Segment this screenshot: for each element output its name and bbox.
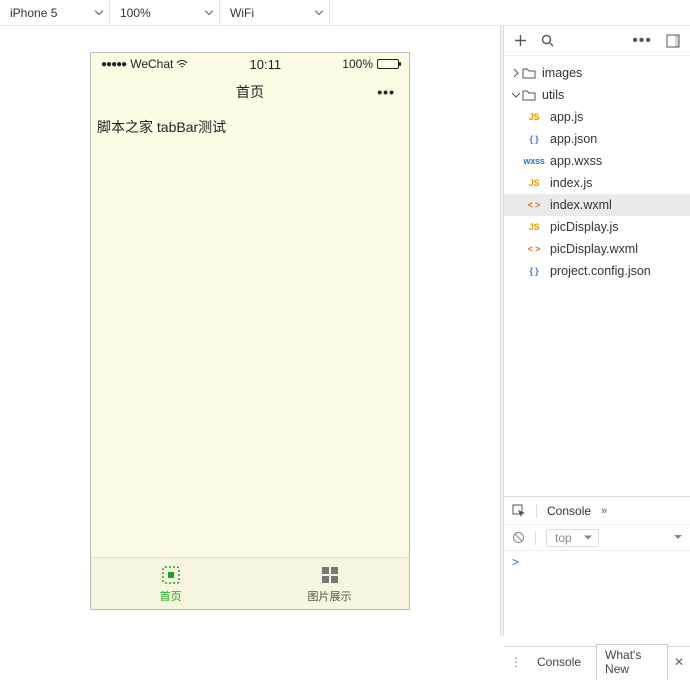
status-time: 10:11 [188, 57, 342, 72]
file-name: picDisplay.wxml [550, 242, 638, 256]
file-item[interactable]: JS app.js [504, 106, 690, 128]
page-title: 首页 [236, 82, 264, 102]
folder-icon [522, 67, 536, 79]
folder-icon [522, 89, 536, 101]
wxss-file-icon: wxss [522, 156, 546, 166]
simulator-toolbar: iPhone 5 100% WiFi [0, 0, 690, 26]
gallery-tab-icon [319, 564, 341, 586]
file-name: index.js [550, 176, 592, 190]
js-file-icon: JS [522, 222, 546, 232]
console-prompt: > [512, 555, 519, 569]
page-content: 脚本之家 tabBar测试 [91, 109, 409, 557]
device-select[interactable]: iPhone 5 [0, 0, 110, 25]
search-button[interactable] [541, 34, 554, 47]
zoom-select[interactable]: 100% [110, 0, 220, 25]
network-select-value: WiFi [230, 6, 254, 20]
wxml-file-icon: < > [522, 200, 546, 210]
battery-icon [377, 59, 399, 69]
simulator-area: ●●●●● WeChat 10:11 100% 首页 ••• 脚本之家 tabB… [0, 26, 500, 636]
tabbar-item-label: 首页 [160, 588, 182, 604]
js-file-icon: JS [522, 178, 546, 188]
filter-caret-button[interactable] [674, 535, 682, 540]
network-select[interactable]: WiFi [220, 0, 330, 25]
folder-label: images [542, 66, 582, 80]
file-item[interactable]: JS picDisplay.js [504, 216, 690, 238]
tabbar-item-gallery[interactable]: 图片展示 [250, 558, 409, 609]
file-name: picDisplay.js [550, 220, 619, 234]
status-bar: ●●●●● WeChat 10:11 100% [91, 53, 409, 75]
json-file-icon: { } [522, 266, 546, 276]
file-name: app.wxss [550, 154, 602, 168]
home-tab-icon [160, 564, 182, 586]
folder-images[interactable]: images [504, 62, 690, 84]
tab-console[interactable]: Console [547, 504, 591, 518]
tree-caret-icon [510, 69, 522, 77]
carrier-label: WeChat [130, 57, 173, 71]
device-select-value: iPhone 5 [10, 6, 57, 20]
tabs-overflow-button[interactable]: » [601, 505, 607, 517]
file-pane-toolbar: ••• [504, 26, 690, 56]
panel-toggle-button[interactable] [666, 34, 680, 48]
console-scope-select[interactable]: top [546, 529, 599, 547]
file-name: project.config.json [550, 264, 651, 278]
tree-caret-icon [510, 91, 522, 99]
right-pane: ••• images utils JS app.js { } app.json wx… [504, 26, 690, 636]
scope-value: top [555, 531, 572, 545]
file-item[interactable]: JS index.js [504, 172, 690, 194]
file-tree: images utils JS app.js { } app.json wxssap… [504, 56, 690, 496]
file-name: app.js [550, 110, 583, 124]
js-file-icon: JS [522, 112, 546, 122]
folder-label: utils [542, 88, 564, 102]
file-item[interactable]: < > index.wxml [504, 194, 690, 216]
console-input[interactable]: > [504, 551, 690, 636]
file-item[interactable]: { } project.config.json [504, 260, 690, 282]
inspect-element-button[interactable] [512, 504, 526, 518]
chevron-down-icon [95, 10, 103, 15]
zoom-select-value: 100% [120, 6, 151, 20]
phone-frame: ●●●●● WeChat 10:11 100% 首页 ••• 脚本之家 tabB… [90, 52, 410, 610]
chevron-down-icon [205, 10, 213, 15]
tabbar: 首页 图片展示 [91, 557, 409, 609]
console-filter-bar: top [504, 525, 690, 551]
file-item[interactable]: < > picDisplay.wxml [504, 238, 690, 260]
page-nav-bar: 首页 ••• [91, 75, 409, 109]
folder-utils[interactable]: utils [504, 84, 690, 106]
bottom-bar-menu-button[interactable]: ⋮ [510, 655, 522, 669]
file-item[interactable]: { } app.json [504, 128, 690, 150]
json-file-icon: { } [522, 134, 546, 144]
content-text: 脚本之家 tabBar测试 [97, 119, 226, 135]
close-tab-button[interactable]: ✕ [674, 655, 684, 669]
file-name: app.json [550, 132, 597, 146]
chevron-down-icon [315, 10, 323, 15]
tabbar-item-home[interactable]: 首页 [91, 558, 250, 609]
more-menu-button[interactable]: ••• [632, 32, 652, 50]
wifi-icon [176, 60, 188, 69]
add-file-button[interactable] [514, 34, 527, 47]
bottom-tab-bar: ⋮ Console What's New ✕ [504, 646, 690, 676]
bottom-tab-console[interactable]: Console [528, 651, 590, 673]
wxml-file-icon: < > [522, 244, 546, 254]
clear-console-button[interactable] [512, 531, 525, 544]
signal-icon: ●●●●● [101, 59, 126, 70]
battery-pct: 100% [342, 57, 373, 71]
nav-more-button[interactable]: ••• [377, 84, 395, 100]
file-name: index.wxml [550, 198, 612, 212]
bottom-tab-whats-new[interactable]: What's New [596, 644, 668, 680]
tabbar-item-label: 图片展示 [308, 588, 352, 604]
caret-down-icon [584, 535, 592, 540]
file-item[interactable]: wxss app.wxss [504, 150, 690, 172]
devtools-tabs: Console » [504, 497, 690, 525]
devtools-panel: Console » top > [504, 496, 690, 636]
